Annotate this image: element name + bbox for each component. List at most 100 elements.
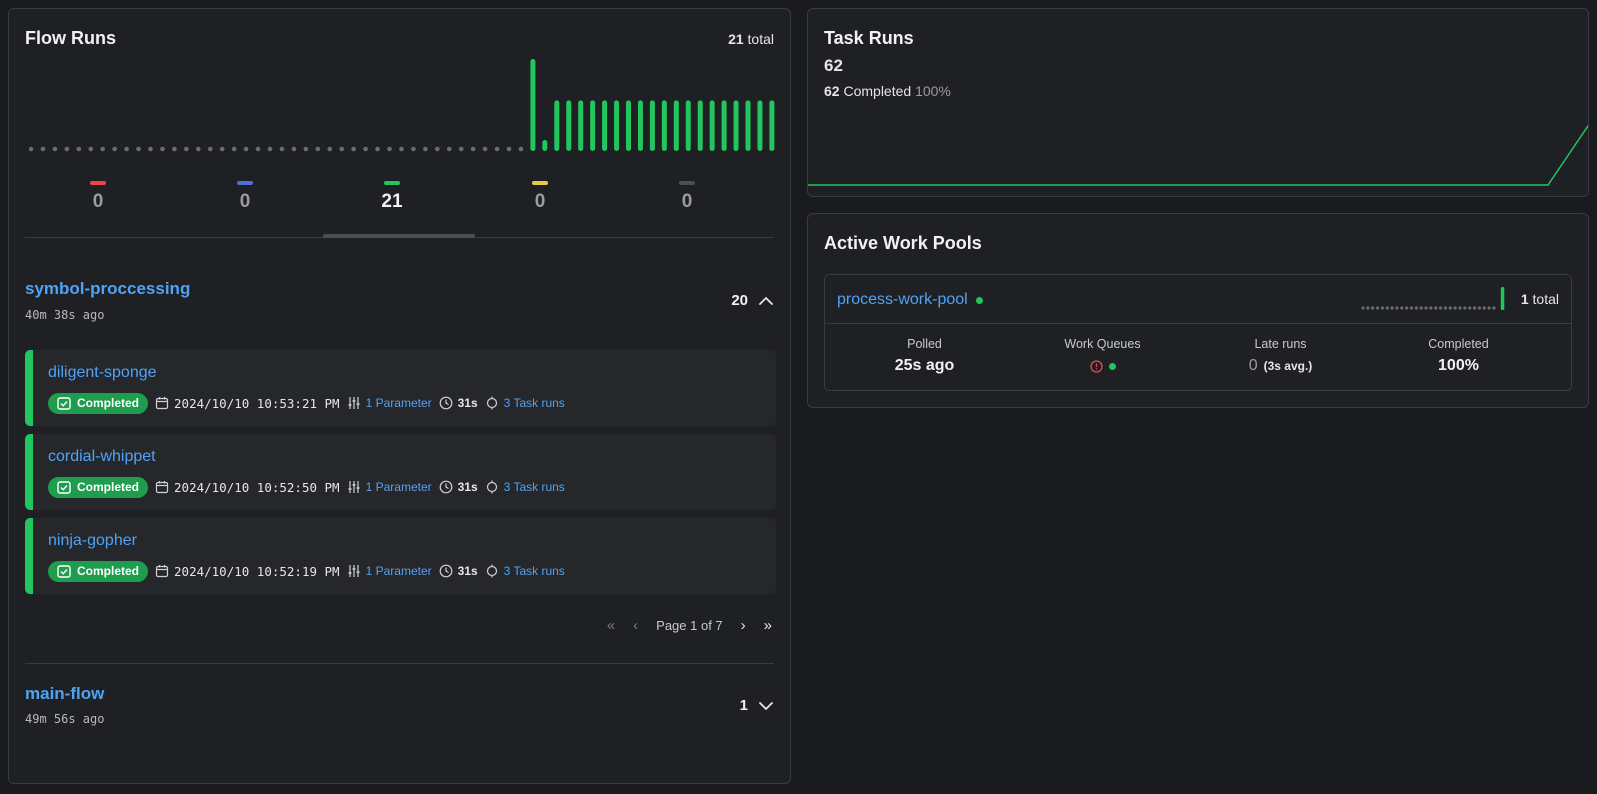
histogram-empty-slot [375, 146, 380, 152]
state-tab-completed[interactable]: 21 [317, 181, 467, 213]
histogram-empty-slot [207, 146, 213, 152]
last-page-icon[interactable]: » [764, 617, 772, 634]
histogram-empty-slot [112, 146, 117, 152]
flow-group-name-link[interactable]: main-flow [25, 684, 104, 704]
flow-run-parameters-link[interactable]: 1 Parameter [366, 396, 432, 410]
histogram-empty-slot [160, 146, 165, 152]
histogram-empty-slot [315, 146, 321, 152]
histogram-bar[interactable] [745, 100, 751, 151]
histogram-bar[interactable] [637, 100, 643, 151]
histogram-empty-slot [470, 146, 476, 152]
flow-group-count: 20 [731, 292, 748, 309]
flow-runs-card: Flow Runs 21 total 0 0 21 0 0 symbol-pro… [8, 8, 791, 784]
state-tab-scheduled[interactable]: 0 [465, 181, 615, 213]
flow-run-task-runs-link[interactable]: 3 Task runs [504, 396, 565, 410]
histogram-empty-slot [518, 146, 524, 152]
sparkline-empty-slot [1409, 306, 1414, 310]
check-square-icon [57, 564, 71, 578]
status-dot-icon [975, 296, 983, 304]
sparkline-empty-slot [1487, 306, 1491, 310]
histogram-bar[interactable] [709, 100, 715, 151]
flow-run-name-link[interactable]: diligent-sponge [48, 364, 157, 382]
stat-label: Polled [907, 337, 942, 351]
pagination: « ‹ Page 1 of 7 › » [607, 617, 772, 634]
flow-group-count: 1 [739, 697, 748, 714]
histogram-bar[interactable] [673, 100, 679, 151]
sparkline-empty-slot [1419, 306, 1423, 310]
histogram-bar[interactable] [602, 100, 608, 151]
sparkline-empty-slot [1434, 306, 1438, 310]
histogram-bar[interactable] [614, 100, 620, 151]
queue-ready-dot-icon[interactable] [1108, 362, 1116, 370]
flow-run-duration: 31s [457, 480, 478, 494]
task-runs-completed-pct: 100% [915, 83, 951, 99]
histogram-empty-slot [351, 146, 356, 152]
flow-runs-total-count: 21 [728, 31, 744, 47]
histogram-bar[interactable] [769, 100, 775, 151]
first-page-icon[interactable]: « [607, 617, 615, 634]
sparkline-empty-slot [1395, 306, 1399, 310]
sliders-icon [348, 565, 360, 577]
histogram-bar[interactable] [590, 100, 596, 151]
state-count: 0 [681, 191, 693, 212]
histogram-empty-slot [423, 146, 428, 152]
flow-run-meta: Completed 2024/10/10 10:52:19 PM 1 Param… [48, 560, 565, 582]
flow-group-toggle[interactable]: 1 [740, 697, 774, 714]
flow-run-task-runs-link[interactable]: 3 Task runs [504, 480, 565, 494]
histogram-bar[interactable] [661, 100, 667, 151]
state-tab-running[interactable]: 0 [170, 181, 320, 213]
sparkline-empty-slot [1482, 306, 1486, 310]
flow-run-task-runs-link[interactable]: 3 Task runs [504, 564, 565, 578]
histogram-empty-slot [184, 146, 189, 152]
prev-page-icon[interactable]: ‹ [633, 617, 638, 634]
histogram-empty-slot [279, 146, 285, 152]
histogram-empty-slot [387, 146, 392, 152]
status-badge: Completed [48, 560, 149, 582]
flow-run-parameters-link[interactable]: 1 Parameter [366, 480, 432, 494]
histogram-bar[interactable] [530, 59, 536, 151]
flow-runs-total-label: total [747, 31, 774, 47]
sparkline-empty-slot [1424, 306, 1428, 310]
flow-run-meta: Completed 2024/10/10 10:53:21 PM 1 Param… [48, 392, 565, 414]
histogram-bar[interactable] [649, 100, 655, 151]
histogram-empty-slot [52, 146, 58, 152]
stat-work-queues: Work Queues [1009, 337, 1196, 377]
state-tab-cancelled[interactable]: 0 [612, 181, 762, 213]
histogram-bar[interactable] [542, 139, 548, 151]
sparkline-empty-slot [1405, 306, 1409, 310]
chevron-up-icon [759, 296, 773, 305]
histogram-bar[interactable] [566, 100, 572, 151]
histogram-empty-slot [482, 146, 488, 152]
work-pool-name-link[interactable]: process-work-pool [837, 291, 983, 309]
work-pool-total: 1 total [1521, 291, 1559, 307]
sparkline-bar [1500, 287, 1505, 310]
histogram-bar[interactable] [685, 100, 691, 151]
queue-paused-icon[interactable] [1089, 359, 1103, 373]
flow-group-name-link[interactable]: symbol-proccessing [25, 279, 190, 299]
next-page-icon[interactable]: › [741, 617, 746, 634]
histogram-bar[interactable] [578, 100, 584, 151]
histogram-bar[interactable] [757, 100, 763, 151]
flow-run-name-link[interactable]: ninja-gopher [48, 532, 137, 550]
histogram-bar[interactable] [733, 100, 739, 151]
flow-run-name-link[interactable]: cordial-whippet [48, 448, 156, 466]
stat-value: 25s ago [894, 357, 955, 374]
histogram-empty-slot [219, 146, 225, 152]
flow-run-card: cordial-whippet Completed 2024/10/10 10:… [25, 434, 776, 510]
work-pool-divider [825, 323, 1571, 324]
sliders-icon [348, 397, 360, 409]
task-run-icon [486, 564, 497, 578]
task-runs-count: 62 [824, 56, 843, 75]
flow-runs-title: Flow Runs [25, 28, 116, 48]
work-pool-sparkline [1361, 287, 1505, 310]
state-color-bar [384, 181, 400, 185]
histogram-bar[interactable] [554, 100, 560, 151]
histogram-bar[interactable] [697, 100, 703, 151]
flow-group-toggle[interactable]: 20 [731, 292, 774, 309]
state-tab-failed[interactable]: 0 [23, 181, 173, 213]
work-pools-title: Active Work Pools [824, 233, 982, 253]
histogram-bar[interactable] [721, 100, 727, 151]
histogram-bar[interactable] [626, 100, 631, 151]
flow-run-parameters-link[interactable]: 1 Parameter [366, 564, 432, 578]
stat-completed: Completed 100% [1365, 337, 1552, 377]
